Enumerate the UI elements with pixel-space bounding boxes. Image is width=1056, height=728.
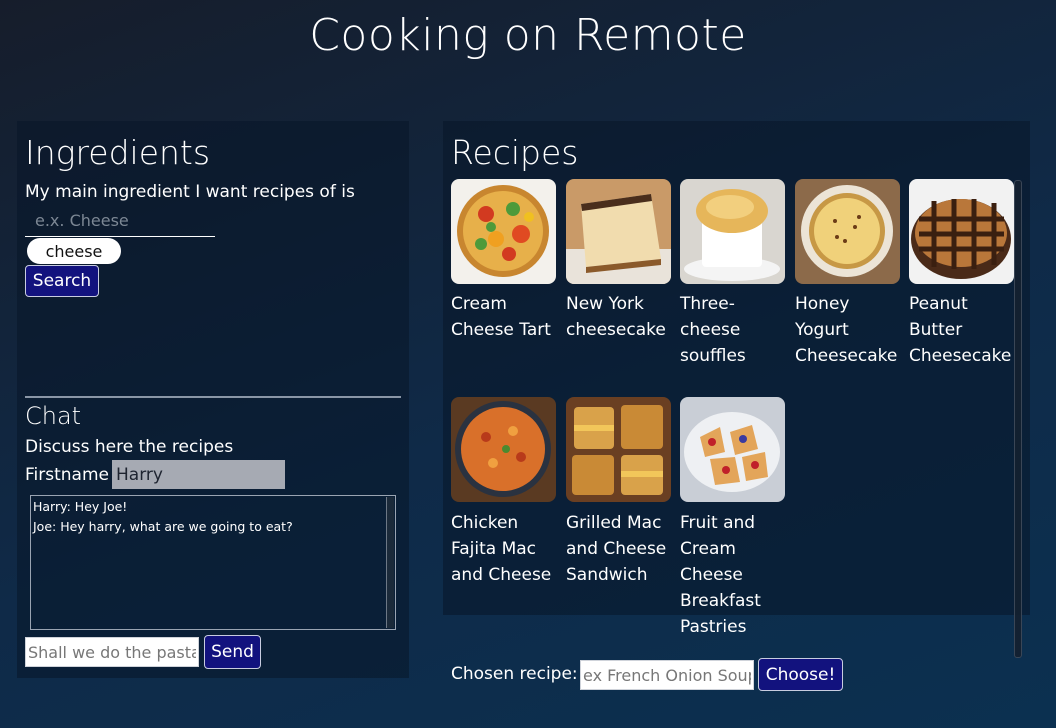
section-divider [25,396,401,398]
recipe-image-honey-yogurt-cheesecake[interactable] [795,179,900,284]
recipe-image-fruit-cream-pastries[interactable] [680,397,785,502]
recipe-image-chicken-fajita-mac[interactable] [451,397,556,502]
recipe-label[interactable]: Honey Yogurt Cheesecake [795,291,905,369]
recipe-label[interactable]: Fruit and Cream Cheese Breakfast Pastrie… [680,510,790,640]
recipe-image-three-cheese-souffles[interactable] [680,179,785,284]
chosen-recipe-input[interactable] [580,660,754,690]
recipe-image-cream-cheese-tart[interactable] [451,179,556,284]
ingredient-input[interactable] [25,205,215,237]
firstname-label: Firstname [25,465,109,485]
chat-log[interactable]: Harry: Hey Joe! Joe: Hey harry, what are… [30,495,396,630]
message-input[interactable] [25,637,199,667]
chat-heading: Chat [25,402,82,430]
chat-message: Joe: Hey harry, what are we going to eat… [33,519,293,534]
recipe-label[interactable]: Cream Cheese Tart [451,291,561,343]
ingredients-heading: Ingredients [25,133,211,172]
ingredient-chip[interactable]: cheese [27,238,121,264]
recipe-image-peanut-butter-cheesecake[interactable] [909,179,1014,284]
chat-subtitle: Discuss here the recipes [25,437,234,457]
recipe-label[interactable]: Three-cheese souffles [680,291,790,369]
page-title: Cooking on Remote [309,10,747,61]
chosen-recipe-label: Chosen recipe: [451,664,578,684]
recipe-image-new-york-cheesecake[interactable] [566,179,671,284]
chat-message: Harry: Hey Joe! [33,499,128,514]
recipe-label[interactable]: Chicken Fajita Mac and Cheese [451,510,561,588]
recipes-scrollbar[interactable] [1014,180,1022,658]
recipe-label[interactable]: Grilled Mac and Cheese Sandwich [566,510,676,588]
send-button[interactable]: Send [204,635,261,669]
recipe-label[interactable]: Peanut Butter Cheesecake [909,291,1013,369]
ingredient-prompt: My main ingredient I want recipes of is [25,182,355,202]
search-button[interactable]: Search [25,265,99,297]
chat-scrollbar[interactable] [386,497,394,628]
recipe-label[interactable]: New York cheesecake [566,291,676,343]
firstname-input[interactable] [112,460,285,489]
choose-button[interactable]: Choose! [758,658,843,691]
recipes-heading: Recipes [451,133,579,172]
recipe-image-grilled-mac-sandwich[interactable] [566,397,671,502]
